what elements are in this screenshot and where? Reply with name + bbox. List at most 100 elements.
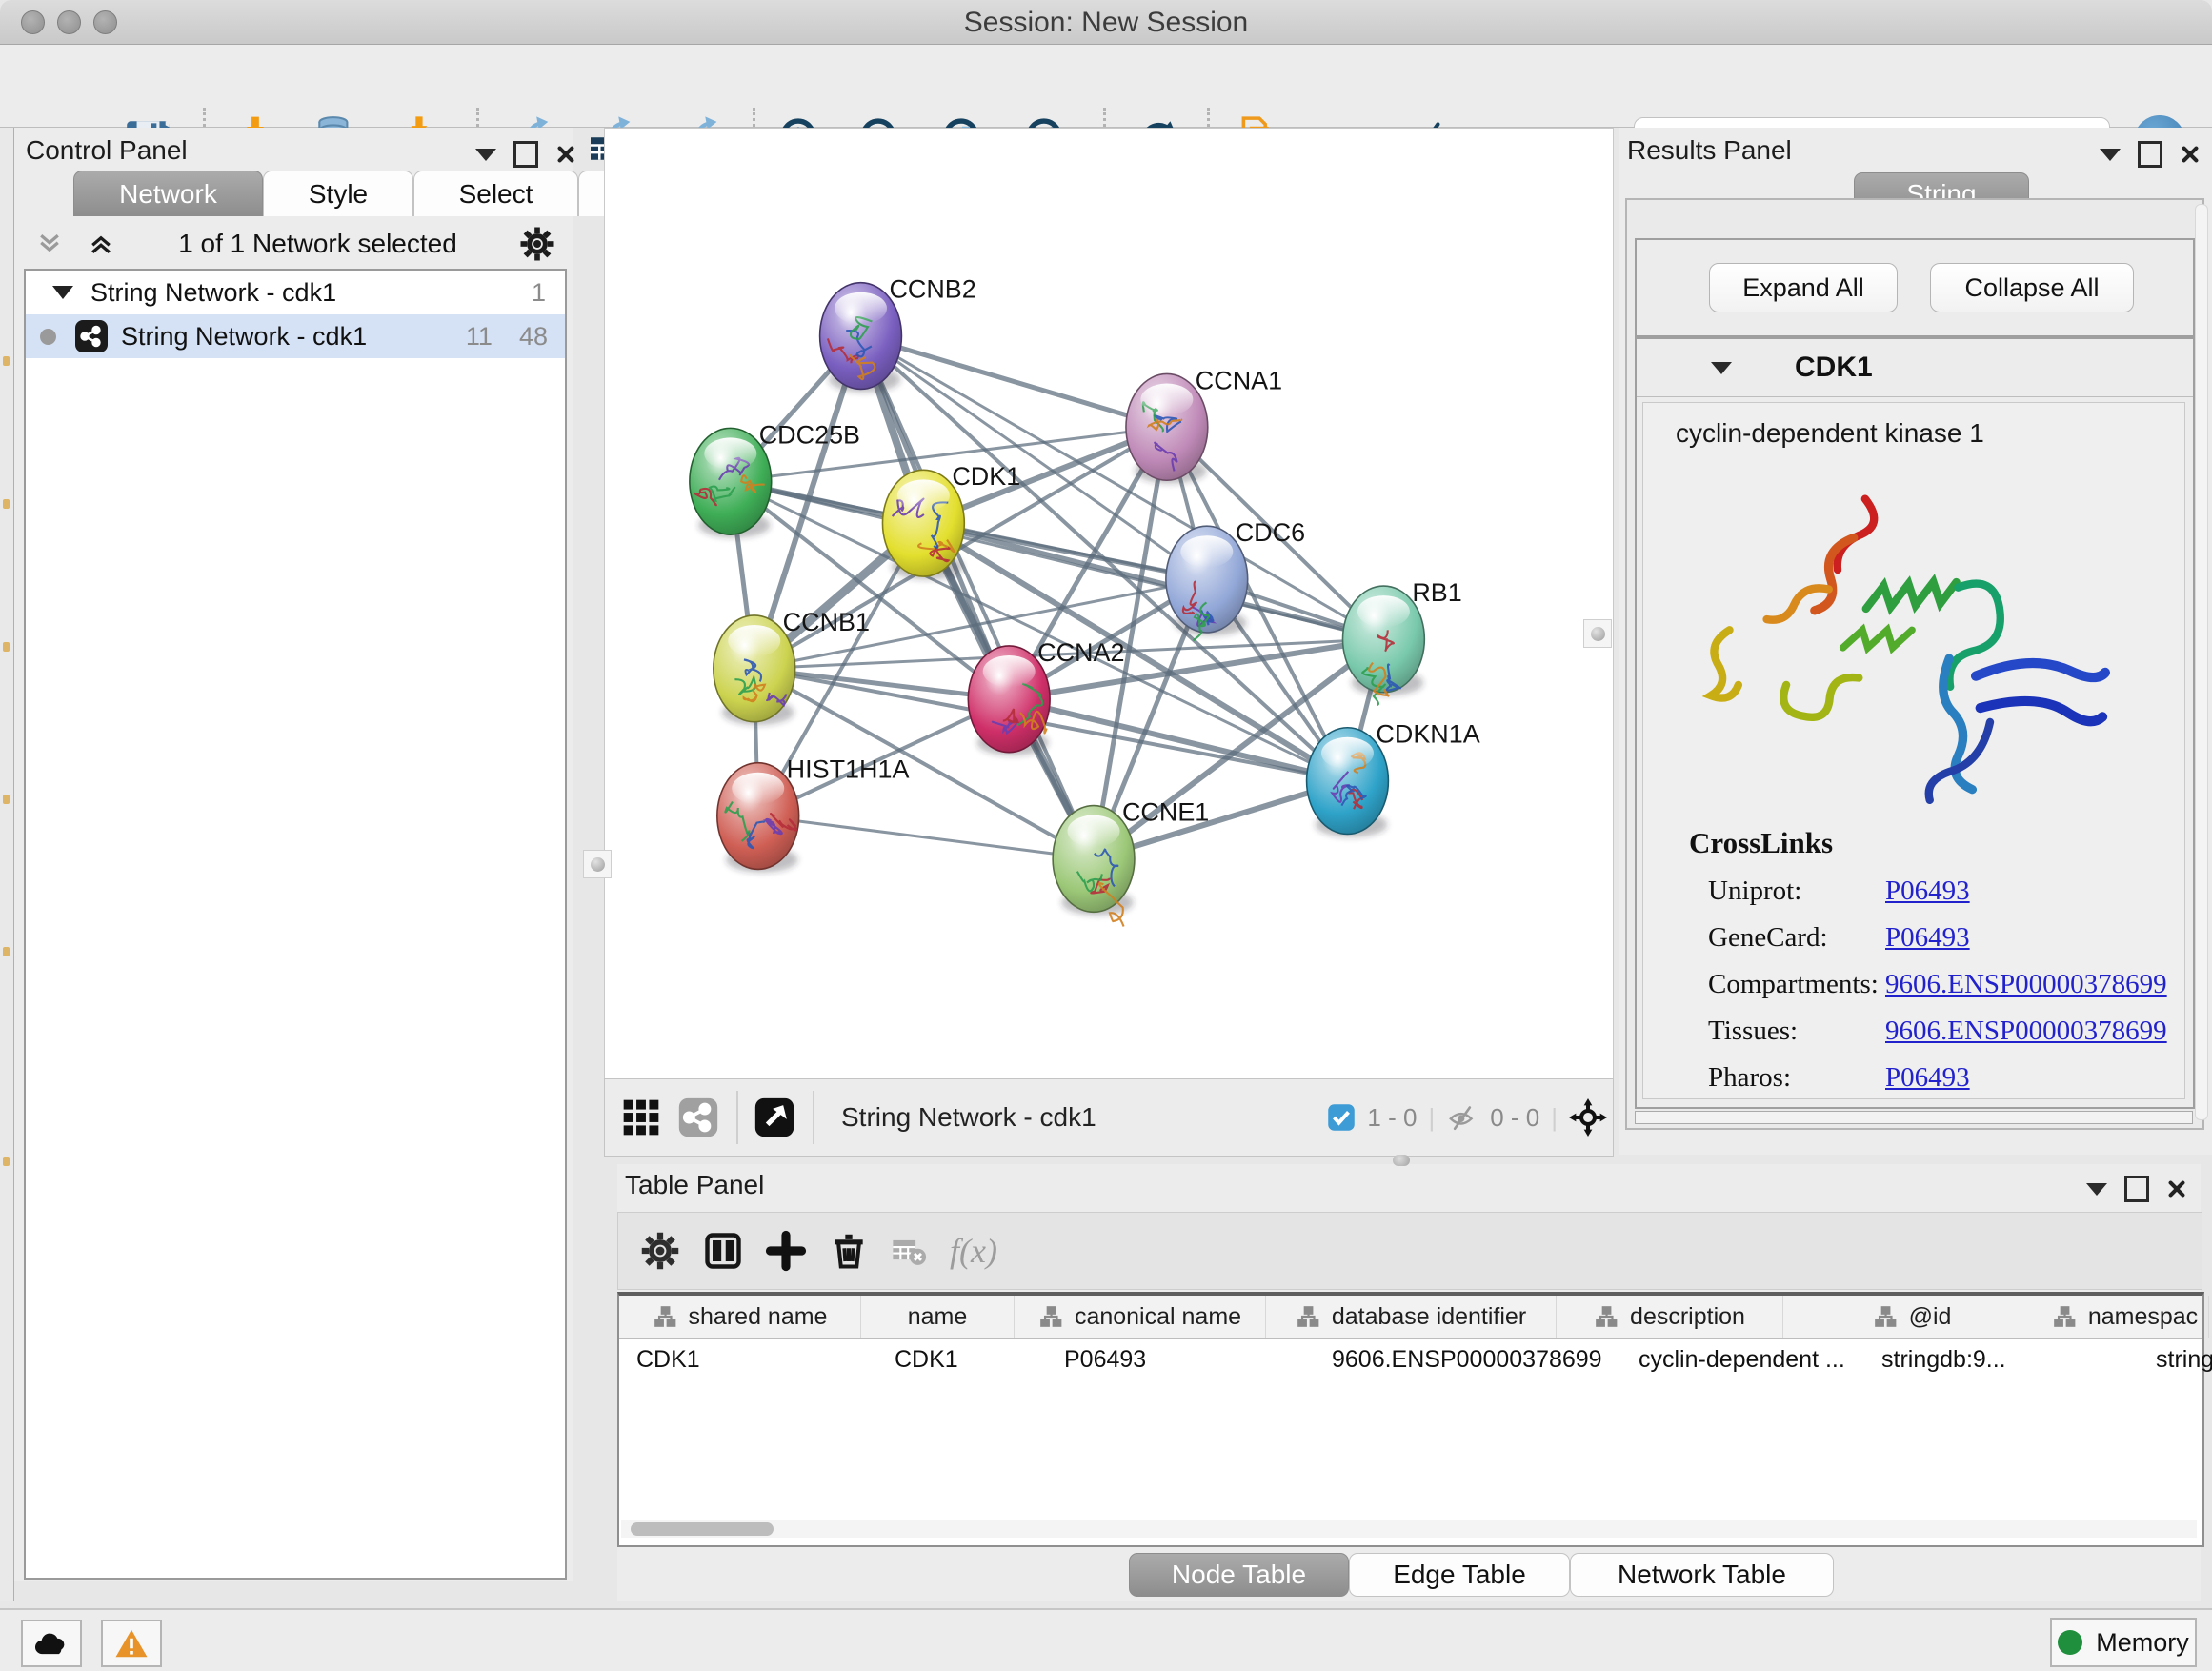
entry-header[interactable]: CDK1 [1637, 339, 2193, 397]
node-label: CDC6 [1236, 518, 1305, 547]
crosslink-link[interactable]: P06493 [1885, 922, 1970, 954]
collapse-all-icon[interactable] [33, 230, 66, 258]
table-panel: Table Panel f(x) shared namenamecanonica… [617, 1164, 2201, 1601]
network-row[interactable]: String Network - cdk1 11 48 [26, 314, 565, 358]
cloud-icon [33, 1629, 70, 1658]
column-header-namespac[interactable]: namespac [2041, 1296, 2209, 1338]
show-columns-icon[interactable] [702, 1230, 744, 1272]
toolbar-separator [736, 1091, 738, 1144]
node-label: RB1 [1412, 578, 1461, 607]
hidden-eye-icon [1446, 1101, 1478, 1134]
column-type-icon [1296, 1304, 1320, 1329]
title-bar: Session: New Session [0, 0, 2212, 45]
table-cell[interactable]: CDK1 [619, 1339, 877, 1379]
main-toolbar: ? [0, 45, 2212, 128]
memory-status-dot [2058, 1630, 2082, 1655]
collapse-entry-icon[interactable] [1711, 362, 1732, 374]
node-label: CCNE1 [1122, 798, 1209, 827]
crosslink-label: Uniprot: [1708, 876, 1885, 907]
column-header-shared-name[interactable]: shared name [619, 1296, 861, 1338]
collection-count: 1 [532, 278, 546, 308]
network-edge[interactable] [861, 336, 1167, 428]
entry-description: cyclin-dependent kinase 1 [1676, 418, 2184, 449]
float-panel-icon[interactable] [513, 141, 538, 168]
expand-all-icon[interactable] [85, 230, 117, 258]
column-type-icon [1594, 1304, 1619, 1329]
hidden-counts: 0 - 0 [1490, 1103, 1539, 1133]
collapse-icon[interactable] [52, 286, 73, 299]
table-horizontal-scrollbar[interactable] [621, 1520, 2197, 1538]
grid-view-icon[interactable] [620, 1097, 662, 1138]
detach-view-icon[interactable] [754, 1097, 795, 1138]
crosslinks-section: CrossLinks Uniprot:P06493GeneCard:P06493… [1643, 818, 2184, 1094]
close-panel-icon[interactable] [2166, 1178, 2187, 1199]
tab-network-table[interactable]: Network Table [1570, 1553, 1834, 1597]
column-type-icon [1038, 1304, 1063, 1329]
crosslink-link[interactable]: P06493 [1885, 876, 1970, 907]
warning-icon [114, 1628, 149, 1659]
collapse-all-button[interactable]: Collapse All [1930, 263, 2134, 312]
string-results-container: Expand All Collapse All CDK1 cyclin-depe… [1625, 198, 2204, 1130]
network-status-dot [40, 329, 56, 345]
node-label: CDKN1A [1376, 720, 1479, 749]
table-cell[interactable]: stringdb [2139, 1339, 2212, 1379]
crosslink-link[interactable]: 9606.ENSP00000378699 [1885, 969, 2167, 1000]
table-cell[interactable]: 9606.ENSP00000378699 [1315, 1339, 1621, 1379]
table-row[interactable]: CDK1CDK1P064939606.ENSP00000378699cyclin… [619, 1339, 2202, 1379]
table-toolbar: f(x) [617, 1212, 2202, 1290]
float-panel-icon[interactable] [2124, 1176, 2149, 1202]
table-cell[interactable]: P06493 [1047, 1339, 1315, 1379]
panel-menu-icon[interactable] [2086, 1183, 2107, 1196]
network-canvas[interactable]: CCNB2CCNA1CDC25BCDK1CDC6RB1CCNB1CCNA2CDK… [604, 128, 1614, 1079]
close-panel-icon[interactable] [2180, 144, 2201, 165]
memory-button[interactable]: Memory [2050, 1618, 2197, 1667]
float-panel-icon[interactable] [2138, 141, 2162, 168]
cloud-status-button[interactable] [21, 1620, 82, 1667]
tab-node-table[interactable]: Node Table [1129, 1553, 1349, 1597]
toolbar-separator [813, 1091, 814, 1144]
close-panel-icon[interactable] [555, 144, 576, 165]
protein-structure-image [1647, 456, 2181, 811]
entry-gene-name: CDK1 [1795, 352, 1873, 384]
network-collection-row[interactable]: String Network - cdk1 1 [26, 271, 565, 314]
selected-checkbox-icon[interactable] [1327, 1103, 1356, 1132]
node-table: shared namenamecanonical namedatabase id… [617, 1292, 2204, 1547]
expand-all-button[interactable]: Expand All [1709, 263, 1898, 312]
crosslink-link[interactable]: 9606.ENSP00000378699 [1885, 1016, 2167, 1047]
tab-style[interactable]: Style [263, 171, 413, 216]
node-result-entry: CDK1 cyclin-dependent kinase 1 [1635, 337, 2195, 1109]
network-view-title: String Network - cdk1 [841, 1102, 1327, 1133]
delete-column-icon[interactable] [828, 1230, 870, 1272]
tab-select[interactable]: Select [413, 171, 578, 216]
column-header-database-identifier[interactable]: database identifier [1266, 1296, 1557, 1338]
network-edge[interactable] [758, 816, 1094, 859]
table-cell[interactable]: CDK1 [877, 1339, 1047, 1379]
column-header--id[interactable]: @id [1783, 1296, 2041, 1338]
column-header-name[interactable]: name [861, 1296, 1015, 1338]
table-cell[interactable]: stringdb:9... [1864, 1339, 2139, 1379]
panel-menu-icon[interactable] [475, 149, 496, 161]
crosslink-link[interactable]: P06493 [1885, 1062, 1970, 1094]
left-splitter-grip[interactable] [583, 850, 612, 878]
pan-crosshair-icon[interactable] [1569, 1098, 1607, 1137]
tab-network[interactable]: Network [73, 171, 263, 216]
results-panel: Results Panel String Expand All Collapse… [1619, 128, 2212, 1155]
create-column-icon[interactable] [765, 1230, 807, 1272]
network-options-gear-icon[interactable] [518, 225, 556, 263]
tab-edge-table[interactable]: Edge Table [1349, 1553, 1570, 1597]
node-label: CCNB2 [889, 275, 975, 304]
scrollbar-thumb[interactable] [631, 1522, 774, 1536]
column-header-canonical-name[interactable]: canonical name [1015, 1296, 1266, 1338]
right-splitter-grip[interactable] [1583, 619, 1612, 648]
control-panel: Control Panel Network Style Select Sets … [14, 128, 573, 1581]
table-options-gear-icon[interactable] [639, 1230, 681, 1272]
horizontal-splitter-grip[interactable] [1393, 1155, 1410, 1166]
column-type-icon [653, 1304, 677, 1329]
table-cell[interactable]: cyclin-dependent ... [1621, 1339, 1864, 1379]
column-header-description[interactable]: description [1557, 1296, 1783, 1338]
panel-menu-icon[interactable] [2100, 149, 2121, 161]
results-scrollbar[interactable] [2195, 204, 2208, 1120]
edge-count: 48 [519, 322, 548, 352]
network-badge-icon[interactable] [677, 1097, 719, 1138]
warnings-button[interactable] [101, 1620, 162, 1667]
